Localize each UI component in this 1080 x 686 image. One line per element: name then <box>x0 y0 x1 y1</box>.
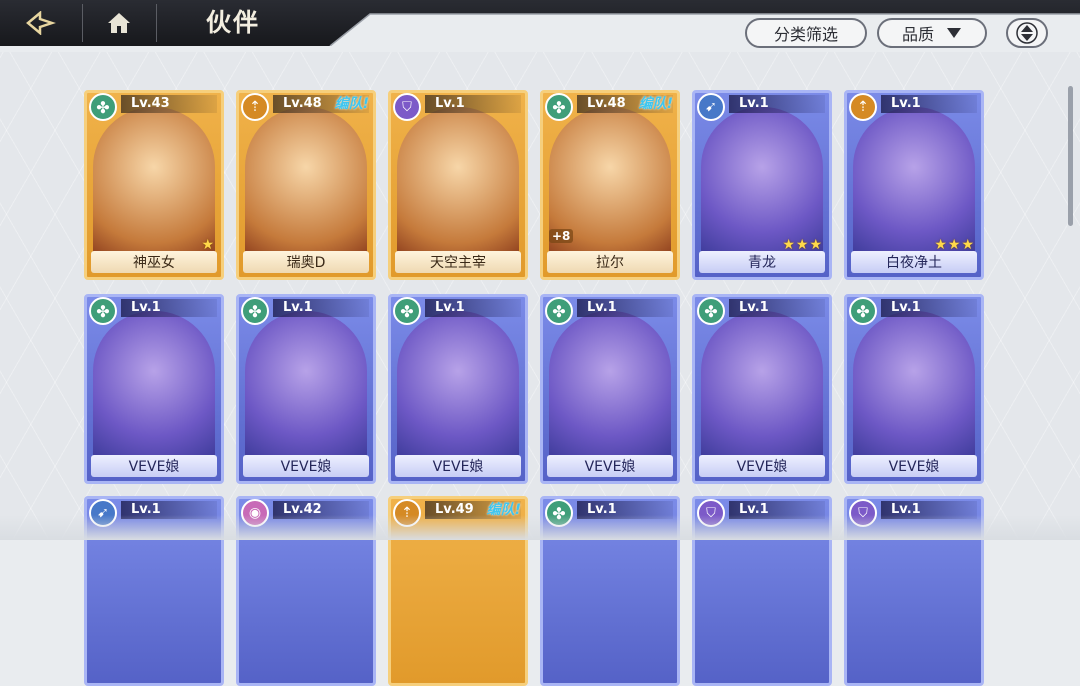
partner-card[interactable]: Lv.1 ✤ VEVE娘 <box>540 294 680 484</box>
quality-label: 品质 <box>901 25 934 44</box>
partner-name: VEVE娘 <box>851 455 977 477</box>
partner-card[interactable]: Lv.1 ✤ VEVE娘 <box>692 294 832 484</box>
partner-name: VEVE娘 <box>699 455 825 477</box>
level-label: Lv.1 <box>729 299 825 317</box>
level-label: Lv.1 <box>121 299 217 317</box>
partner-portrait <box>245 107 367 257</box>
sort-order-button[interactable] <box>1006 18 1048 48</box>
partner-name: VEVE娘 <box>243 455 369 477</box>
level-label: Lv.1 <box>425 95 521 113</box>
back-arrow-icon <box>26 11 56 35</box>
partner-name: 瑞奥D <box>243 251 369 273</box>
level-label: Lv.1 <box>273 299 369 317</box>
partner-name: VEVE娘 <box>91 455 217 477</box>
divider <box>156 4 157 42</box>
partner-card[interactable]: Lv.1 ✤ VEVE娘 <box>844 294 984 484</box>
partner-card[interactable]: Lv.1 ➹ ★★★ 青龙 <box>692 90 832 280</box>
level-label: Lv.1 <box>881 95 977 113</box>
partner-card[interactable]: Lv.43 ✤ ★ 神巫女 <box>84 90 224 280</box>
role-bow-icon: ➹ <box>697 93 725 121</box>
partner-portrait <box>701 311 823 461</box>
page-title: 伙伴 <box>206 8 261 37</box>
role-clover-icon: ✤ <box>241 297 269 325</box>
partner-card[interactable]: Lv.48 编队! ⇡ 瑞奥D <box>236 90 376 280</box>
partner-card[interactable]: Lv.1 ✤ VEVE娘 <box>84 294 224 484</box>
role-sword-icon: ⇡ <box>849 93 877 121</box>
filter-button[interactable]: 分类筛选 <box>745 18 867 48</box>
partner-name: 神巫女 <box>91 251 217 273</box>
role-shield-icon: ⛉ <box>393 93 421 121</box>
divider <box>82 4 83 42</box>
level-label: Lv.1 <box>577 299 673 317</box>
enhance-badge: +8 <box>549 229 574 243</box>
sort-up-down-icon <box>1016 22 1038 44</box>
partner-portrait <box>397 107 519 257</box>
home-button[interactable] <box>96 6 142 40</box>
role-clover-icon: ✤ <box>393 297 421 325</box>
partner-portrait <box>549 311 671 461</box>
level-label: Lv.1 <box>425 299 521 317</box>
partner-name: 青龙 <box>699 251 825 273</box>
partner-card[interactable]: Lv.1 ✤ VEVE娘 <box>236 294 376 484</box>
partner-card[interactable]: Lv.48 编队! ✤ +8 拉尔 <box>540 90 680 280</box>
role-clover-icon: ✤ <box>545 93 573 121</box>
partner-name: 白夜净土 <box>851 251 977 273</box>
bottom-fade <box>0 515 1080 540</box>
partner-name: VEVE娘 <box>547 455 673 477</box>
partner-name: 天空主宰 <box>395 251 521 273</box>
partner-card[interactable]: Lv.1 ✤ VEVE娘 <box>388 294 528 484</box>
level-label: Lv.1 <box>881 299 977 317</box>
back-button[interactable] <box>18 6 64 40</box>
partner-card[interactable]: Lv.1 ⇡ ★★★ 白夜净土 <box>844 90 984 280</box>
home-icon <box>108 13 130 33</box>
partner-card[interactable]: Lv.1 ⛉ 天空主宰 <box>388 90 528 280</box>
role-clover-icon: ✤ <box>697 297 725 325</box>
partner-portrait <box>245 311 367 461</box>
role-clover-icon: ✤ <box>89 297 117 325</box>
partner-name: VEVE娘 <box>395 455 521 477</box>
role-sword-icon: ⇡ <box>241 93 269 121</box>
scrollbar[interactable] <box>1068 86 1073 226</box>
partner-name: 拉尔 <box>547 251 673 273</box>
role-clover-icon: ✤ <box>849 297 877 325</box>
partner-portrait <box>853 107 975 257</box>
partner-portrait <box>701 107 823 257</box>
role-clover-icon: ✤ <box>89 93 117 121</box>
partner-portrait <box>397 311 519 461</box>
team-badge: 编队! <box>638 96 673 112</box>
partner-portrait <box>853 311 975 461</box>
role-clover-icon: ✤ <box>545 297 573 325</box>
level-label: Lv.43 <box>121 95 217 113</box>
partner-portrait <box>93 107 215 257</box>
level-label: Lv.1 <box>729 95 825 113</box>
partner-grid: Lv.43 ✤ ★ 神巫女 Lv.48 编队! ⇡ 瑞奥D Lv.1 ⛉ 天空主… <box>0 52 1080 686</box>
quality-dropdown[interactable]: 品质 <box>877 18 987 48</box>
partner-portrait <box>93 311 215 461</box>
team-badge: 编队! <box>334 96 369 112</box>
chevron-down-icon <box>947 28 961 38</box>
